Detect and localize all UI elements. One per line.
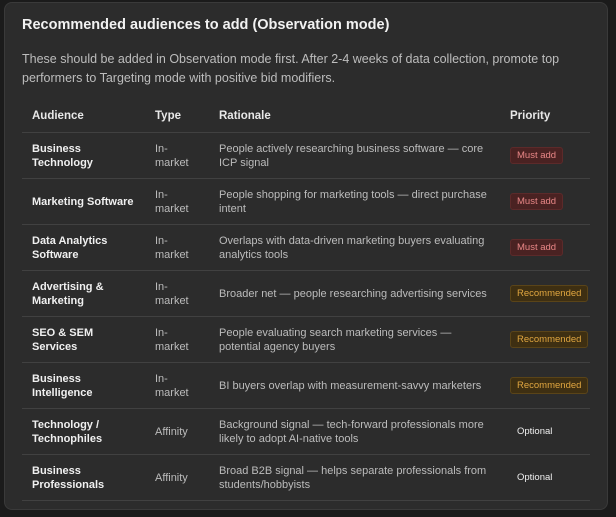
audience-type: In-market (145, 224, 209, 271)
audience-name: Business Professionals (22, 454, 145, 501)
table-row: Advertising & Marketing In-market Broader … (22, 270, 590, 317)
audience-name: Marketing Software (22, 178, 145, 225)
audience-type: In-market (145, 362, 209, 409)
table-row: Business Professionals Affinity Broad B2B … (22, 454, 590, 501)
column-header-type: Type (145, 100, 209, 133)
priority-badge: Recommended (510, 285, 589, 302)
table-row: Data Analytics Software In-market Overlaps… (22, 224, 590, 271)
audience-rationale: People evaluating search marketing servi… (209, 316, 500, 363)
audience-name: Advertising & Marketing (22, 270, 145, 317)
card-description: These should be added in Observation mod… (22, 52, 560, 85)
table-row: Business Technology In-market People activ… (22, 132, 590, 179)
audience-rationale: Background signal — tech-forward profess… (209, 408, 500, 455)
priority-badge: Must add (510, 147, 564, 164)
audience-rationale: People shopping for marketing tools — di… (209, 178, 500, 225)
priority-badge: Must add (510, 239, 564, 256)
priority-cell: Must add (500, 224, 590, 271)
column-header-audience: Audience (22, 100, 145, 133)
table-row: Business Intelligence In-market BI buyers … (22, 362, 590, 409)
audience-rationale: Overlaps with data-driven marketing buye… (209, 224, 500, 271)
priority-badge: Optional (517, 426, 553, 437)
priority-badge: Recommended (510, 377, 589, 394)
audience-type: Affinity (145, 454, 209, 501)
audience-name: Data Analytics Software (22, 224, 145, 271)
audience-type: In-market (145, 132, 209, 179)
priority-cell: Recommended (500, 362, 590, 409)
priority-cell: Must add (500, 132, 590, 179)
audience-name: SEO & SEM Services (22, 316, 145, 363)
audience-name: Business Technology (22, 132, 145, 179)
audience-name: Business Intelligence (22, 362, 145, 409)
card-title: Recommended audiences to add (Observatio… (22, 17, 390, 33)
table-body: Business Technology In-market People activ… (22, 132, 590, 501)
priority-cell: Optional (500, 454, 590, 501)
audience-rationale: Broad B2B signal — helps separate profes… (209, 454, 500, 501)
recommended-audiences-card: Recommended audiences to add (Observatio… (4, 2, 608, 510)
priority-badge: Must add (510, 193, 564, 210)
audience-type: In-market (145, 270, 209, 317)
priority-cell: Optional (500, 408, 590, 455)
audience-rationale: People actively researching business sof… (209, 132, 500, 179)
priority-cell: Recommended (500, 316, 590, 363)
column-header-priority: Priority (500, 100, 590, 133)
column-header-rationale: Rationale (209, 100, 500, 133)
priority-cell: Must add (500, 178, 590, 225)
table-row: Marketing Software In-market People shoppi… (22, 178, 590, 225)
table-row: SEO & SEM Services In-market People evalua… (22, 316, 590, 363)
priority-badge: Recommended (510, 331, 589, 348)
priority-badge: Optional (517, 472, 553, 483)
audience-type: In-market (145, 178, 209, 225)
audience-type: In-market (145, 316, 209, 363)
priority-cell: Recommended (500, 270, 590, 317)
audience-rationale: BI buyers overlap with measurement-savvy… (209, 362, 500, 409)
audience-name: Technology / Technophiles (22, 408, 145, 455)
audiences-table: Audience Type Rationale Priority Busines… (22, 100, 590, 501)
audience-rationale: Broader net — people researching adverti… (209, 270, 500, 317)
table-row: Technology / Technophiles Affinity Backgro… (22, 408, 590, 455)
table-header-row: Audience Type Rationale Priority (22, 100, 590, 133)
audience-type: Affinity (145, 408, 209, 455)
